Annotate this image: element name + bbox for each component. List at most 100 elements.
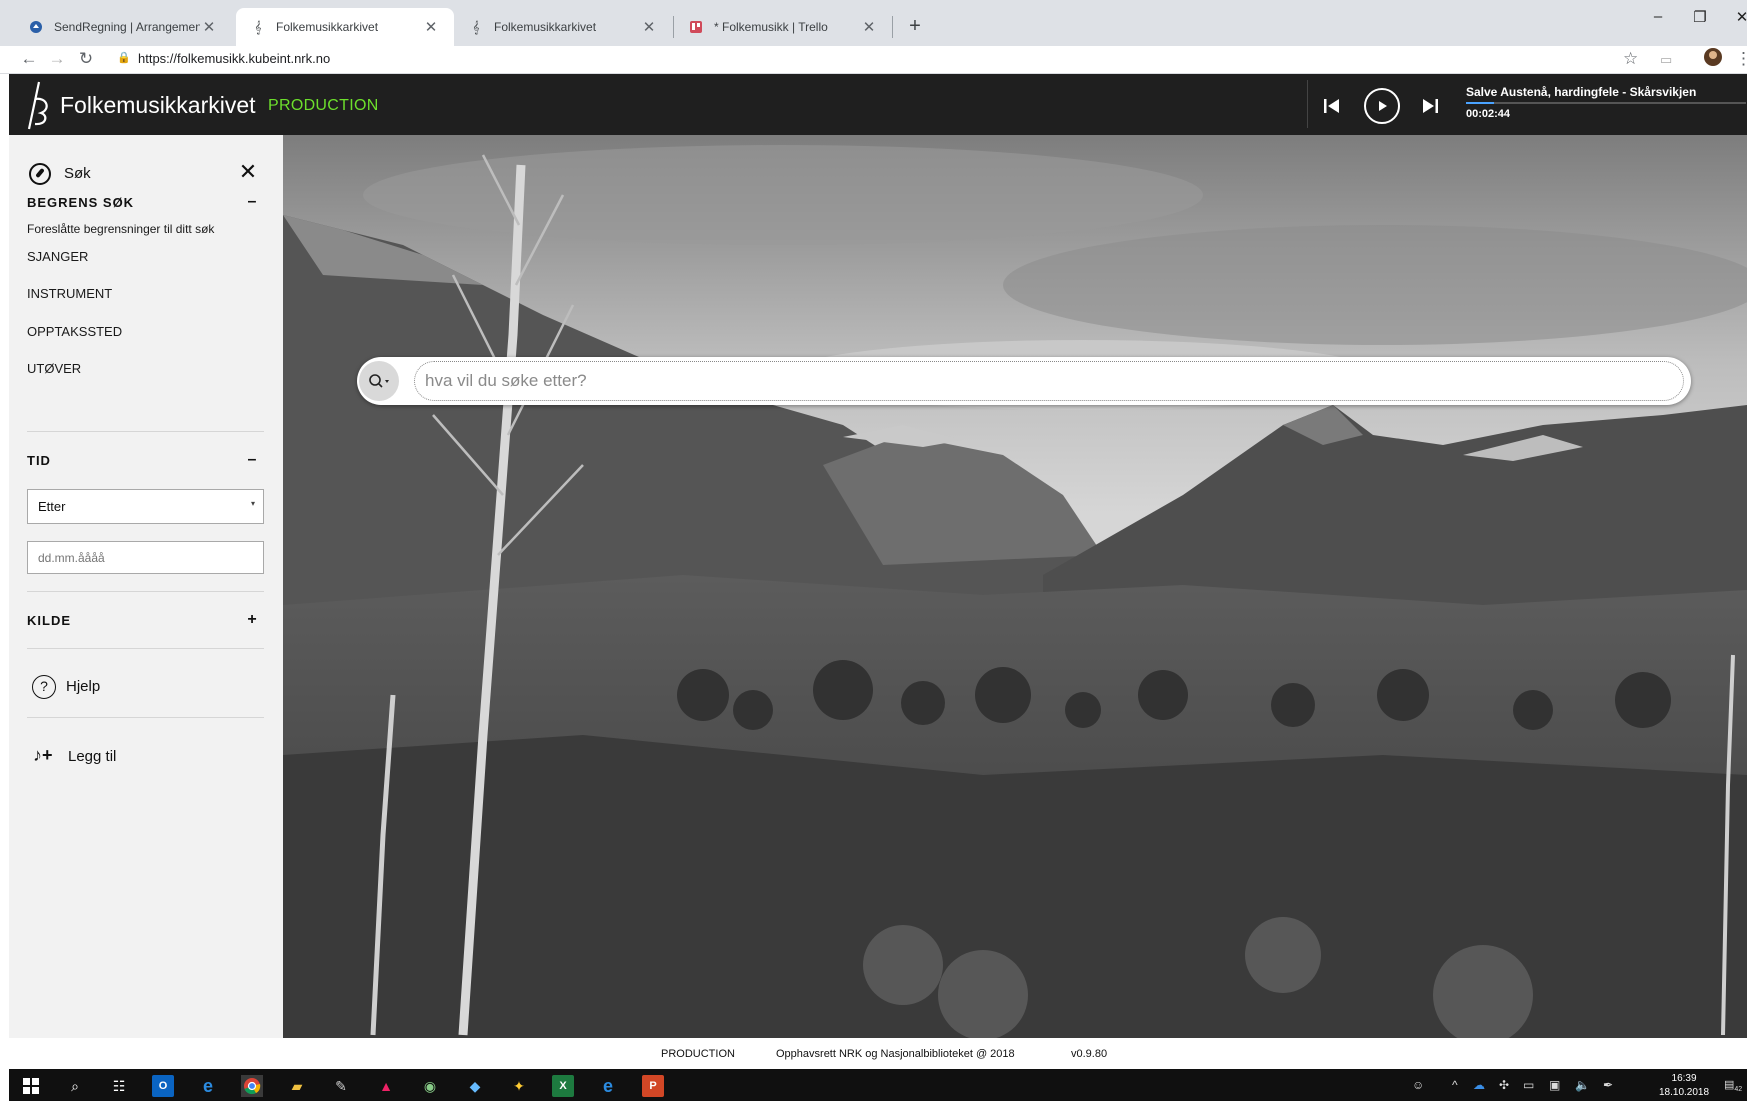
new-tab-button[interactable]: +: [900, 12, 930, 42]
brand-title[interactable]: Folkemusikkarkivet: [60, 92, 256, 119]
file-explorer-icon[interactable]: ▰: [286, 1075, 308, 1097]
skip-previous-icon: [1324, 99, 1339, 113]
browser-tab[interactable]: 𝄞 Folkemusikkarkivet ✕: [454, 8, 672, 46]
back-arrow-icon[interactable]: ←: [16, 48, 42, 72]
trello-favicon-icon: [688, 19, 704, 35]
onedrive-icon[interactable]: ☁: [1473, 1078, 1485, 1092]
extension-icon[interactable]: ▭: [1660, 52, 1672, 68]
tab-title: Folkemusikkarkivet: [494, 20, 597, 34]
close-tab-icon[interactable]: ✕: [422, 18, 440, 36]
people-icon[interactable]: ☺: [1412, 1078, 1424, 1092]
playback-time: 00:02:44: [1466, 108, 1511, 120]
clock-time: 16:39: [1671, 1073, 1697, 1084]
next-track-button[interactable]: [1412, 88, 1448, 124]
collapse-time-icon[interactable]: –: [244, 451, 260, 469]
browser-menu-icon[interactable]: ⋮: [1735, 49, 1747, 69]
folkemusikk-logo-icon[interactable]: [21, 79, 55, 131]
search-bar: [357, 357, 1691, 405]
browser-tab-strip: SendRegning | Arrangement ✕ 𝄞 Folkemusik…: [0, 0, 1747, 46]
expand-source-icon[interactable]: +: [244, 611, 260, 629]
search-input[interactable]: [414, 361, 1684, 401]
folkemusikk-favicon-icon: 𝄞: [472, 19, 480, 34]
collapse-limit-icon[interactable]: –: [244, 193, 260, 211]
environment-label: PRODUCTION: [268, 97, 379, 114]
play-button[interactable]: [1364, 88, 1400, 124]
minimize-window-icon[interactable]: –: [1640, 8, 1676, 25]
playback-progress-fill: [1466, 102, 1494, 104]
filter-utover[interactable]: UTØVER: [27, 361, 81, 376]
time-relation-select[interactable]: Etter ▾: [27, 489, 264, 524]
limit-search-heading[interactable]: BEGRENS SØK: [27, 195, 134, 210]
tab-title: * Folkemusikk | Trello: [714, 20, 828, 34]
screen: SendRegning | Arrangement ✕ 𝄞 Folkemusik…: [0, 0, 1747, 1101]
footer-version: v0.9.80: [1071, 1048, 1108, 1060]
footer-copyright: Opphavsrett NRK og Nasjonalbiblioteket @…: [776, 1048, 1015, 1060]
time-relation-value: Etter: [38, 499, 66, 514]
windows-start-icon[interactable]: [20, 1075, 42, 1097]
profile-avatar[interactable]: [1703, 47, 1723, 72]
dropbox-icon[interactable]: ✣: [1499, 1078, 1509, 1092]
forward-arrow-icon[interactable]: →: [44, 48, 70, 72]
close-tab-icon[interactable]: ✕: [200, 18, 218, 36]
notification-count: 42: [1734, 1086, 1743, 1094]
taskbar-search-icon[interactable]: ⌕: [64, 1075, 86, 1097]
battery-icon[interactable]: ▭: [1523, 1078, 1534, 1092]
app-icon[interactable]: ◆: [464, 1075, 486, 1097]
restore-window-icon[interactable]: ❐: [1682, 8, 1718, 26]
notification-center-icon[interactable]: ▤42: [1724, 1078, 1742, 1093]
app-footer: PRODUCTION Opphavsrett NRK og Nasjonalbi…: [9, 1038, 1747, 1069]
tab-title: SendRegning | Arrangement: [54, 20, 200, 34]
filter-opptakssted[interactable]: OPPTAKSSTED: [27, 324, 122, 339]
volume-icon[interactable]: 🔈: [1575, 1078, 1590, 1092]
filter-instrument[interactable]: INSTRUMENT: [27, 286, 112, 301]
chrome-icon[interactable]: [241, 1075, 263, 1097]
playback-progress-bar[interactable]: [1466, 102, 1746, 104]
browser-tab[interactable]: * Folkemusikk | Trello ✕: [674, 8, 892, 46]
app-icon[interactable]: ◉: [419, 1075, 441, 1097]
now-playing-title: Salve Austenå, hardingfele - Skårsvikjen: [1466, 85, 1697, 99]
sendregning-favicon-icon: [28, 19, 44, 35]
search-options-button[interactable]: [359, 361, 399, 401]
time-heading[interactable]: TID: [27, 453, 51, 468]
date-input[interactable]: [27, 541, 264, 574]
close-tab-icon[interactable]: ✕: [640, 18, 658, 36]
filter-sjanger[interactable]: SJANGER: [27, 249, 88, 264]
pen-icon[interactable]: ✒: [1603, 1078, 1613, 1092]
windows-taskbar: ⌕ ☷ O e ▰ ✎ ▲ ◉ ◆ ✦ X e P ☺ ^ ☁ ✣ ▭ ▣ 🔈 …: [9, 1069, 1747, 1101]
powerpoint-icon[interactable]: P: [642, 1075, 664, 1097]
task-view-icon[interactable]: ☷: [108, 1075, 130, 1097]
close-sidebar-icon[interactable]: ✕: [236, 159, 260, 185]
help-icon[interactable]: ?: [32, 675, 56, 699]
bookmark-star-icon[interactable]: ☆: [1623, 49, 1638, 69]
internet-explorer-icon[interactable]: e: [197, 1075, 219, 1097]
previous-track-button[interactable]: [1314, 88, 1350, 124]
play-icon: [1379, 101, 1387, 111]
close-window-icon[interactable]: ✕: [1724, 8, 1747, 26]
sidebar-title: Søk: [64, 165, 91, 182]
main-hero: [283, 135, 1747, 1038]
section-divider: [27, 591, 264, 592]
add-link[interactable]: Legg til: [68, 748, 116, 765]
footer-environment: PRODUCTION: [661, 1048, 735, 1060]
outlook-icon[interactable]: O: [152, 1075, 174, 1097]
lock-icon: 🔒: [117, 52, 131, 64]
excel-icon[interactable]: X: [552, 1075, 574, 1097]
browser-tab[interactable]: SendRegning | Arrangement ✕: [14, 8, 232, 46]
section-divider: [27, 431, 264, 432]
app-icon[interactable]: ▲: [375, 1075, 397, 1097]
tool-app-icon[interactable]: ✎: [330, 1075, 352, 1097]
app-icon[interactable]: ✦: [508, 1075, 530, 1097]
add-music-icon[interactable]: ♪+: [33, 745, 53, 766]
skip-next-icon: [1423, 99, 1438, 113]
tab-title: Folkemusikkarkivet: [276, 20, 379, 34]
browser-tab-active[interactable]: 𝄞 Folkemusikkarkivet ✕: [236, 8, 454, 46]
show-hidden-icons-icon[interactable]: ^: [1452, 1078, 1458, 1092]
taskbar-clock[interactable]: 16:39 18.10.2018: [1659, 1072, 1709, 1100]
close-tab-icon[interactable]: ✕: [860, 18, 878, 36]
reload-icon[interactable]: ↻: [73, 48, 99, 72]
url-field[interactable]: https://folkemusikk.kubeint.nrk.no: [138, 51, 330, 66]
network-icon[interactable]: ▣: [1549, 1078, 1560, 1092]
source-heading[interactable]: KILDE: [27, 613, 71, 628]
help-link[interactable]: Hjelp: [66, 678, 100, 695]
edge-icon[interactable]: e: [597, 1075, 619, 1097]
